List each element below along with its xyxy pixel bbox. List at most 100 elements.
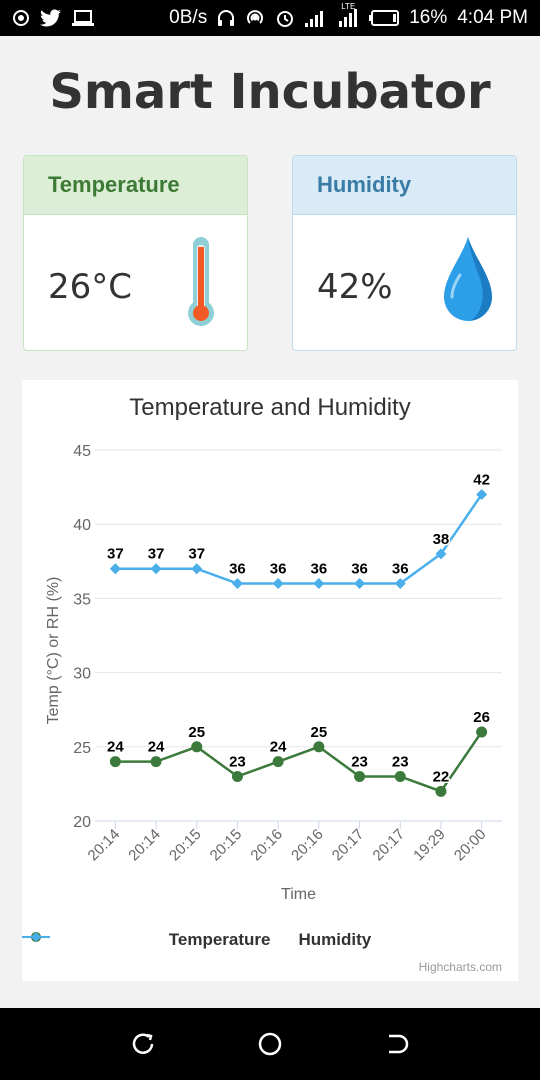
temperature-card: Temperature 26°C	[23, 155, 248, 351]
twitter-icon	[40, 9, 62, 27]
data-point-humidity	[191, 563, 203, 575]
y-tick-label: 30	[73, 666, 91, 683]
x-tick-label: 20:16	[288, 826, 327, 865]
data-label-temperature: 24	[270, 739, 287, 756]
temperature-card-body: 26°C	[24, 215, 247, 350]
x-tick-label: 20:14	[85, 826, 124, 865]
data-label-temperature: 23	[229, 753, 246, 770]
back-button[interactable]	[377, 1024, 417, 1064]
y-tick-label: 35	[73, 591, 91, 608]
data-point-humidity	[272, 578, 284, 590]
humidity-card-body: 42%	[293, 215, 516, 350]
hotspot-icon	[245, 9, 265, 27]
line-chart: 20253035404520:14 20:14 20:15 20:15 20:16 20:…	[45, 443, 502, 903]
lte-signal-icon: LTE	[339, 3, 359, 27]
y-tick-label: 40	[73, 517, 91, 534]
data-label-humidity: 38	[433, 531, 450, 548]
net-speed: 0B/s	[169, 7, 208, 28]
status-right: 0B/s LTE 16% 4:04 PM	[169, 3, 528, 29]
laptop-icon	[72, 9, 94, 27]
x-tick-label: 19:29	[410, 826, 449, 865]
humidity-card: Humidity 42%	[292, 155, 517, 351]
data-label-temperature: 25	[188, 724, 205, 741]
data-point-humidity	[150, 563, 162, 575]
data-label-temperature: 23	[392, 753, 409, 770]
data-point-humidity	[313, 578, 325, 590]
battery-icon	[369, 10, 400, 26]
temperature-value: 26°C	[48, 267, 133, 307]
status-left	[12, 9, 94, 27]
data-point-temperature	[394, 770, 406, 782]
x-tick-label: 20:17	[329, 826, 368, 865]
data-point-temperature	[231, 770, 243, 782]
chart-panel: Temperature and Humidity 20 25 30 35 40 45 20:…	[22, 380, 518, 981]
status-bar: 0B/s LTE 16% 4:04 PM	[0, 0, 540, 36]
data-label-temperature: 22	[433, 768, 450, 785]
data-label-temperature: 23	[351, 753, 368, 770]
data-point-humidity	[109, 563, 121, 575]
x-tick-label: 20:00	[451, 826, 490, 865]
x-tick-label: 20:15	[207, 826, 246, 865]
humidity-value: 42%	[317, 267, 393, 307]
series-line-temperature	[115, 731, 483, 793]
home-button[interactable]	[250, 1024, 290, 1064]
legend-label-humidity: Humidity	[298, 930, 372, 949]
chart-legend: Temperature Humidity	[22, 930, 518, 950]
y-tick-label: 45	[73, 443, 91, 460]
thermometer-icon	[188, 235, 214, 335]
water-drop-icon	[440, 235, 496, 334]
data-label-humidity: 36	[229, 561, 246, 578]
page-title: Smart Incubator	[49, 64, 491, 120]
x-tick-label: 20:16	[247, 826, 286, 865]
chart-credits[interactable]: Highcharts.com	[419, 960, 502, 974]
alarm-icon	[275, 9, 295, 27]
x-tick-label: 20:17	[370, 826, 409, 865]
data-label-humidity: 36	[311, 561, 328, 578]
data-label-humidity: 36	[392, 561, 409, 578]
y-axis-title: Temp (°C) or RH (%)	[45, 577, 62, 725]
data-point-humidity	[354, 578, 366, 590]
data-point-temperature	[476, 726, 488, 738]
data-label-humidity: 37	[148, 546, 165, 563]
data-label-humidity: 36	[351, 561, 368, 578]
x-tick-label: 20:15	[166, 826, 205, 865]
data-label-temperature: 25	[311, 724, 328, 741]
series-line-humidity	[115, 493, 483, 585]
navigation-bar	[0, 1008, 540, 1080]
lte-label: LTE	[341, 2, 356, 11]
legend-item-temperature[interactable]: Temperature	[22, 930, 271, 950]
home-icon	[258, 1032, 282, 1056]
humidity-card-header: Humidity	[293, 156, 516, 215]
y-tick-label: 25	[73, 740, 91, 757]
legend-item-humidity[interactable]: Humidity	[22, 930, 372, 950]
legend-humidity-marker-icon	[22, 932, 50, 942]
recents-icon	[133, 1033, 154, 1054]
data-point-temperature	[191, 741, 203, 753]
recents-button[interactable]	[123, 1024, 163, 1064]
data-label-humidity: 37	[188, 546, 205, 563]
data-label-temperature: 24	[148, 739, 165, 756]
data-point-temperature	[313, 741, 325, 753]
data-point-temperature	[435, 785, 447, 797]
data-label-temperature: 26	[473, 709, 490, 726]
headphones-icon	[217, 9, 235, 27]
data-point-temperature	[272, 756, 284, 768]
temperature-card-header: Temperature	[24, 156, 247, 215]
data-label-humidity: 37	[107, 546, 124, 563]
data-point-temperature	[109, 756, 121, 768]
data-label-humidity: 36	[270, 561, 287, 578]
back-icon	[388, 1034, 408, 1054]
data-point-temperature	[150, 756, 162, 768]
notification-icon	[12, 9, 30, 27]
data-point-temperature	[354, 770, 366, 782]
signal-icon	[305, 9, 329, 27]
battery-percent: 16%	[409, 7, 448, 28]
data-point-humidity	[231, 578, 243, 590]
x-tick-label: 20:14	[125, 826, 164, 865]
data-label-humidity: 42	[473, 472, 490, 489]
legend-label-temperature: Temperature	[168, 930, 271, 949]
data-label-temperature: 24	[107, 739, 124, 756]
clock: 4:04 PM	[457, 7, 528, 28]
y-tick-label: 20	[73, 814, 91, 831]
x-axis-title: Time	[281, 886, 316, 903]
